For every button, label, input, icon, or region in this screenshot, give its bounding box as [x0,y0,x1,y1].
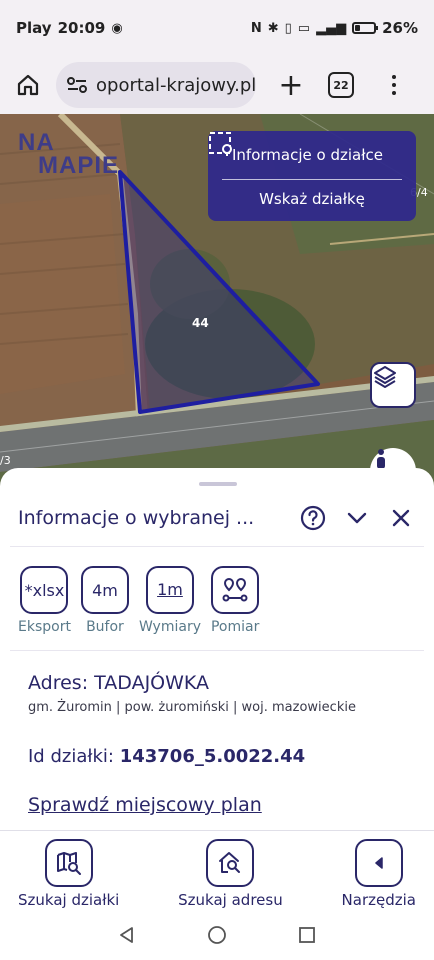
sheet-title: Informacje o wybranej ... [18,507,255,529]
measure-label: Pomiar [210,619,260,635]
header-divider [10,546,424,547]
nav-tools-label: Narzędzia [341,891,416,909]
parcel-id-value: 143706_5.0022.44 [119,746,306,767]
more-dot [392,75,396,79]
parcel-id: Id działki: 143706_5.0022.44 [28,746,305,767]
parcel-info-label: Informacje o działce [232,146,383,164]
nav-tools-box [354,839,403,887]
dimensions-icon: 1m [145,566,194,614]
parcel-info-panel: Informacje o działce Wskaż działkę [208,131,416,221]
status-right: N ✱ ▯ ▭ ▂▄▆ 26% [251,19,418,37]
chevron-left-icon [375,857,383,869]
dimensions-label: Wymiary [138,619,201,635]
more-menu-button[interactable] [384,68,404,102]
parcel-id-label: Id działki: [28,746,114,767]
close-button[interactable] [386,503,416,533]
status-left: Play 20:09 ◉ [16,19,123,37]
tab-switcher-button[interactable]: 22 [328,72,354,98]
nav-search-address-box [206,839,255,887]
nav-search-parcel[interactable]: Szukaj działki [18,839,119,910]
parcel-location-icon [209,132,232,156]
map-view[interactable]: /3 6/4 NA MAPIE 44 Informacje o działce … [0,114,434,504]
home-button[interactable] [12,69,44,101]
nav-search-parcel-label: Szukaj działki [18,891,120,909]
site-settings-icon[interactable] [66,76,88,94]
browser-toolbar: oportal-krajowy.pl + 22 [0,56,434,114]
battery-icon [352,22,379,34]
nfc-icon: N [250,20,262,36]
help-icon [300,505,326,531]
export-label: Eksport [18,619,71,635]
close-icon [392,509,410,527]
layers-button[interactable] [370,362,416,408]
app-logo[interactable]: NA MAPIE [18,129,120,179]
help-button[interactable] [298,503,328,533]
home-icon [17,74,39,96]
export-tool[interactable]: *xlsx Eksport [18,566,71,635]
volte-icon: ▭ [297,20,311,36]
measure-route-icon [222,577,248,602]
collapse-button[interactable] [342,503,372,533]
carrier-name: Play [16,19,52,37]
nav-search-parcel-box [44,839,93,887]
address-details: gm. Żuromin | pow. żuromiński | woj. maz… [28,700,356,715]
buffer-icon: 4m [80,566,129,614]
address-heading: Adres: TADAJÓWKA [28,672,210,694]
chevron-down-icon [347,512,367,524]
nav-search-address[interactable]: Szukaj adresu [178,839,283,910]
person-icon [377,449,385,469]
parcel-info-sheet: Informacje o wybranej ... *xlsx Eksport [0,468,434,830]
new-tab-button[interactable]: + [274,67,308,103]
svg-text:/3: /3 [0,454,11,467]
back-icon[interactable] [117,925,137,945]
measure-tool[interactable]: Pomiar [211,566,259,635]
export-icon: *xlsx [20,566,69,614]
home-search-icon [219,852,241,873]
notification-icon: ◉ [111,20,123,36]
tools-divider [10,650,424,651]
select-parcel-button[interactable]: Wskaż działkę [208,190,416,208]
nav-search-address-label: Szukaj adresu [178,891,283,909]
url-text: oportal-krajowy.pl [96,74,256,96]
dimensions-tool[interactable]: 1m Wymiary [139,566,201,635]
system-navigation [0,910,434,960]
tool-buttons: *xlsx Eksport 4m Bufor 1m Wymiary Pomiar [18,566,259,635]
sheet-header: Informacje o wybranej ... [0,490,434,546]
panel-divider [222,179,402,180]
dimensions-icon-text: 1m [157,580,183,599]
sheet-drag-handle[interactable] [199,482,237,486]
more-dot [392,91,396,95]
address-bar[interactable]: oportal-krajowy.pl [56,62,256,108]
plus-icon: + [278,67,304,103]
buffer-label: Bufor [86,619,124,635]
parcel-number-label: 44 [192,316,209,330]
home-circle-icon[interactable] [207,925,227,945]
signal-icon: ▂▄▆ [316,20,347,36]
measure-icon-box [211,566,260,614]
battery-percent: 26% [382,19,418,37]
status-bar: Play 20:09 ◉ N ✱ ▯ ▭ ▂▄▆ 26% [0,0,434,56]
vibrate-icon: ▯ [284,20,292,36]
nav-tools[interactable]: Narzędzia [342,839,416,910]
local-plan-link[interactable]: Sprawdź miejscowy plan [28,794,262,816]
logo-line-2: MAPIE [38,152,120,179]
more-dot [392,83,396,87]
map-search-icon [56,852,81,875]
logo-line-1: NA [18,129,55,156]
bottom-navigation: Szukaj działki Szukaj adresu Narzędzia [0,830,434,910]
layers-icon [374,366,396,388]
clock: 20:09 [57,19,106,37]
recents-icon[interactable] [297,925,317,945]
buffer-tool[interactable]: 4m Bufor [80,566,129,635]
parcel-info-button[interactable]: Informacje o działce [208,131,416,179]
bluetooth-icon: ✱ [267,20,279,36]
